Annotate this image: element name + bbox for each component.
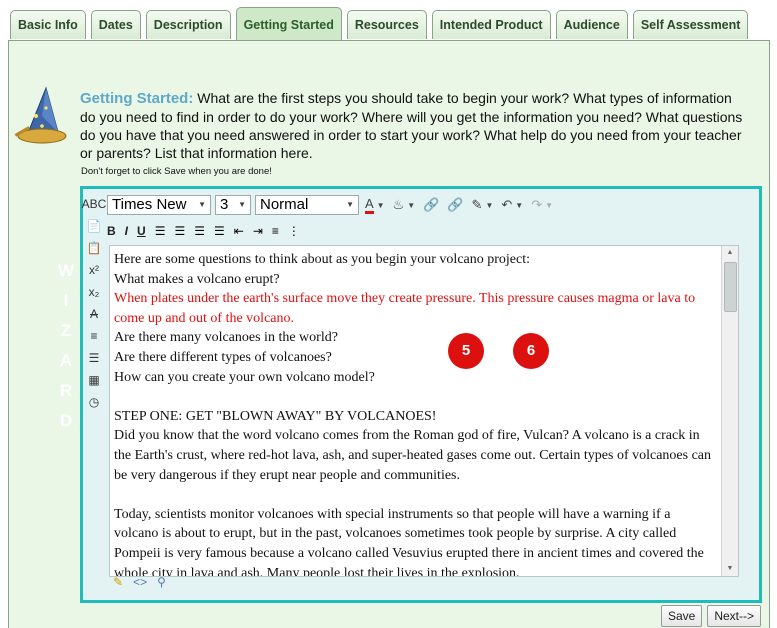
tab-self-assessment[interactable]: Self Assessment <box>632 10 749 39</box>
eraser-icon: ✎ <box>471 197 483 212</box>
step-badge-5: 5 <box>448 333 484 369</box>
list-style-icon[interactable]: ☰ <box>85 347 103 369</box>
tab-audience[interactable]: Audience <box>555 10 628 39</box>
action-buttons: Save Next--> <box>660 605 761 627</box>
save-button[interactable]: Save <box>660 605 703 627</box>
scroll-up-icon[interactable]: ▲ <box>722 246 738 260</box>
justify-icon[interactable]: ☰ <box>214 224 225 238</box>
indent-icon[interactable]: ⇥ <box>253 224 263 238</box>
undo-button[interactable]: ↶ ▼ <box>499 195 525 215</box>
document-line: Are there different types of volcanoes? <box>114 349 332 365</box>
insert-time-icon[interactable]: ◷ <box>85 391 103 413</box>
vertical-scrollbar[interactable]: ▲ ▼ <box>721 246 738 576</box>
intro-heading: Getting Started: <box>80 90 194 107</box>
document-line: Here are some questions to think about a… <box>114 252 531 267</box>
intro-text: Getting Started: What are the first step… <box>80 89 750 162</box>
rich-text-editor: ABC 📄 📋 x² x₂ A ≡ ☰ ▦ ◷ Times New ▼ 3 ▼ No… <box>80 186 762 603</box>
save-reminder: Don't forget to click Save when you are … <box>81 166 272 177</box>
redo-icon: ↷ <box>531 197 543 212</box>
document-line: Are there many volcanoes in the world? <box>114 330 338 346</box>
font-select[interactable]: Times New ▼ <box>107 195 211 215</box>
chevron-down-icon: ▼ <box>198 200 206 209</box>
subscript-icon[interactable]: x₂ <box>85 281 103 303</box>
undo-icon: ↶ <box>501 197 513 212</box>
insert-link-button[interactable]: 🔗 <box>421 195 441 215</box>
outdent-icon[interactable]: ⇤ <box>234 224 244 238</box>
chevron-down-icon: ▼ <box>238 200 246 209</box>
document-line <box>114 387 718 407</box>
tab-bar: Basic Info Dates Description Getting Starte… <box>0 0 777 44</box>
italic-button[interactable]: I <box>125 224 128 238</box>
size-select[interactable]: 3 ▼ <box>215 195 251 215</box>
unordered-list-icon[interactable]: ⋮ <box>288 224 300 238</box>
tab-dates[interactable]: Dates <box>90 10 141 39</box>
align-center-icon[interactable]: ☰ <box>174 224 185 238</box>
wizard-sidebar: WIZARD <box>12 86 74 606</box>
font-color-button[interactable]: A ▼ <box>363 195 387 215</box>
format-toolbar: Times New ▼ 3 ▼ Normal ▼ A ▼ ♨ ▼ 🔗 🔗 ✎ ▼ ↶ ▼ ↷ ▼ <box>107 194 555 216</box>
insert-symbol-icon[interactable]: ≡ <box>85 325 103 347</box>
wizard-hat-icon <box>14 86 67 144</box>
wizard-letters: WIZARD <box>56 256 76 436</box>
chevron-down-icon: ▼ <box>346 200 354 209</box>
document-line: STEP ONE: GET "BLOWN AWAY" BY VOLCANOES! <box>114 408 437 424</box>
font-color-icon: A <box>365 196 374 214</box>
scrollbar-thumb[interactable] <box>724 262 737 312</box>
align-right-icon[interactable]: ☰ <box>194 224 205 238</box>
bold-button[interactable]: B <box>107 224 116 238</box>
highlight-button[interactable]: ♨ ▼ <box>391 195 418 215</box>
wizard-letter: D <box>59 411 73 430</box>
editor-content[interactable]: Here are some questions to think about a… <box>109 245 739 577</box>
font-value: Times New <box>112 196 187 213</box>
document-line: When plates under the earth's surface mo… <box>114 291 696 326</box>
design-mode-icon[interactable]: ✎ <box>113 575 123 589</box>
html-mode-icon[interactable]: <> <box>133 575 147 589</box>
redo-button[interactable]: ↷ ▼ <box>529 195 555 215</box>
editor-mode-bar: ✎ <> ⚲ <box>113 575 166 589</box>
preview-mode-icon[interactable]: ⚲ <box>157 575 166 589</box>
paint-bucket-icon: ♨ <box>392 197 405 212</box>
wizard-letter: R <box>59 381 73 400</box>
left-toolbar: ABC 📄 📋 x² x₂ A ≡ ☰ ▦ ◷ <box>82 193 107 413</box>
insert-table-icon[interactable]: ▦ <box>85 369 103 391</box>
paste-word-icon[interactable]: 📄 <box>85 215 103 237</box>
next-button[interactable]: Next--> <box>707 605 761 627</box>
remove-link-button[interactable]: 🔗 <box>445 195 465 215</box>
document-line: Did you know that the word volcano comes… <box>114 428 712 483</box>
format-value: Normal <box>260 196 309 213</box>
tab-list: Basic Info Dates Description Getting Starte… <box>10 7 749 40</box>
style-toolbar: B I U ☰ ☰ ☰ ☰ ⇤ ⇥ ≡ ⋮ <box>107 221 300 241</box>
wizard-letter: I <box>63 291 69 310</box>
wizard-letter: A <box>59 351 73 370</box>
wizard-letter: W <box>57 261 75 280</box>
app-window: Basic Info Dates Description Getting Starte… <box>0 0 777 628</box>
spellcheck-icon[interactable]: ABC <box>82 193 107 215</box>
step-badge-6: 6 <box>513 333 549 369</box>
wizard-letter: Z <box>60 321 72 340</box>
tab-resources[interactable]: Resources <box>346 10 427 39</box>
scroll-down-icon[interactable]: ▼ <box>722 562 738 576</box>
document-line <box>114 485 718 505</box>
document-line: Today, scientists monitor volcanoes with… <box>114 506 704 577</box>
tab-intended-product[interactable]: Intended Product <box>431 10 551 39</box>
tab-getting-started[interactable]: Getting Started <box>235 7 342 40</box>
format-select[interactable]: Normal ▼ <box>255 195 359 215</box>
clean-format-button[interactable]: ✎ ▼ <box>470 195 496 215</box>
size-value: 3 <box>220 196 229 213</box>
unlink-icon: 🔗 <box>447 197 464 212</box>
paste-text-icon[interactable]: 📋 <box>85 237 103 259</box>
superscript-icon[interactable]: x² <box>85 259 103 281</box>
document-line: What makes a volcano erupt? <box>114 271 280 287</box>
strikethrough-icon[interactable]: A <box>85 303 103 325</box>
align-left-icon[interactable]: ☰ <box>155 224 166 238</box>
document-text[interactable]: Here are some questions to think about a… <box>114 250 718 577</box>
ordered-list-icon[interactable]: ≡ <box>272 224 279 238</box>
document-line: How can you create your own volcano mode… <box>114 369 375 385</box>
tab-description[interactable]: Description <box>145 10 231 39</box>
underline-button[interactable]: U <box>137 224 146 238</box>
tab-basic-info[interactable]: Basic Info <box>10 10 86 39</box>
link-icon: 🔗 <box>423 197 440 212</box>
